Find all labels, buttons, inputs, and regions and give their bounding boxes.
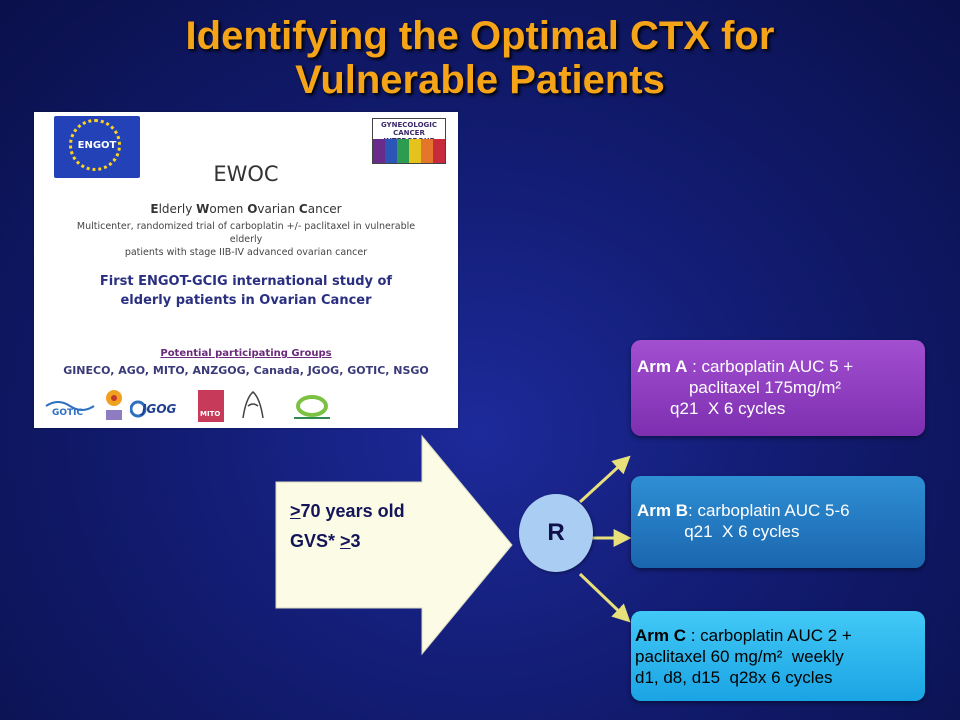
arm-a-line-1: Arm A : carboplatin AUC 5 + <box>637 356 925 377</box>
name-word-ancer: ancer <box>307 202 342 216</box>
gotic-logo: GOTIC <box>44 398 96 420</box>
description-line-2: patients with stage IIB-IV advanced ovar… <box>124 247 368 258</box>
arm-c-text-1: : carboplatin AUC 2 + <box>686 626 852 645</box>
name-initial-c: C <box>298 202 308 216</box>
jgog-logo: JGOG <box>129 398 177 420</box>
gvs-criterion: GVS* >3 <box>290 526 405 556</box>
study-headline: First ENGOT-GCIG international study of … <box>34 272 458 310</box>
name-word-omen: omen <box>209 202 248 216</box>
jgog-logo-text: JGOG <box>142 402 177 416</box>
title-line-2: Vulnerable Patients <box>295 58 665 102</box>
ewoc-study-image: ENGOT GYNECOLOGIC CANCER INTERGROUP EWOC… <box>34 112 458 428</box>
nsgo-logo <box>288 394 336 422</box>
name-word-lderly: lderly <box>158 202 197 216</box>
mito-logo: MITO <box>198 390 224 422</box>
gotic-logo-text: GOTIC <box>52 408 84 418</box>
gvs-prefix: GVS* <box>290 531 341 551</box>
group-logos: GOTIC JGOG MITO <box>42 388 452 424</box>
arm-c-box: Arm C : carboplatin AUC 2 + paclitaxel 6… <box>631 611 925 701</box>
arm-a-line-2: paclitaxel 175mg/m² <box>637 378 842 397</box>
gcig-logo-text: GYNECOLOGIC CANCER INTERGROUP <box>373 119 445 145</box>
gvs-symbol: > <box>340 531 351 551</box>
study-headline-line-1: First ENGOT-GCIG international study of <box>99 274 393 289</box>
randomization-circle: R <box>519 494 593 572</box>
connector-arm-c <box>578 572 631 623</box>
study-full-name: Elderly Women Ovarian Cancer <box>34 202 458 216</box>
arm-a-box: Arm A : carboplatin AUC 5 + paclitaxel 1… <box>631 340 925 436</box>
arm-b-line-2: q21 X 6 cycles <box>637 522 800 541</box>
age-criterion: >70 years old <box>290 496 405 526</box>
groups-list: GINECO, AGO, MITO, ANZGOG, Canada, JGOG,… <box>63 364 429 377</box>
arm-b-line-1: Arm B: carboplatin AUC 5-6 <box>637 500 925 521</box>
arm-c-line-2: paclitaxel 60 mg/m² weekly <box>635 647 844 666</box>
anzgog-logo <box>102 388 126 422</box>
arm-a-line-3: q21 X 6 cycles <box>637 399 786 418</box>
name-initial-e: E <box>150 202 159 216</box>
mito-logo-text: MITO <box>200 410 221 418</box>
canada-sketch-icon <box>242 391 264 419</box>
eligibility-criteria: >70 years old GVS* >3 <box>290 496 405 556</box>
anzgog-flower-icon <box>106 390 122 420</box>
name-word-varian: varian <box>257 202 299 216</box>
study-description: Multicenter, randomized trial of carbopl… <box>74 220 418 259</box>
description-line-1: Multicenter, randomized trial of carbopl… <box>76 221 416 245</box>
arm-c-line-1: Arm C : carboplatin AUC 2 + <box>635 625 925 646</box>
nsgo-swirl-icon <box>294 395 330 419</box>
connector-arm-a <box>578 455 631 504</box>
study-headline-line-2: elderly patients in Ovarian Cancer <box>120 293 372 308</box>
gvs-value: 3 <box>350 531 361 551</box>
groups-heading: Potential participating Groups <box>160 348 332 359</box>
canada-logo <box>238 388 268 422</box>
gcig-logo: GYNECOLOGIC CANCER INTERGROUP <box>372 118 446 164</box>
arm-c-line-3: d1, d8, d15 q28x 6 cycles <box>635 668 833 687</box>
arm-a-text-1: : carboplatin AUC 5 + <box>687 357 854 376</box>
age-symbol: > <box>290 501 301 521</box>
age-text: 70 years old <box>300 501 405 521</box>
title-line-1: Identifying the Optimal CTX for <box>185 14 775 58</box>
gcig-color-bars <box>373 139 445 163</box>
arm-c-label: Arm C <box>635 626 687 645</box>
arm-b-label: Arm B <box>637 501 689 520</box>
arm-b-box: Arm B: carboplatin AUC 5-6 q21 X 6 cycle… <box>631 476 925 568</box>
slide-title: Identifying the Optimal CTX for Vulnerab… <box>0 14 960 102</box>
name-initial-o: O <box>247 202 258 216</box>
name-initial-w: W <box>196 202 210 216</box>
arm-b-text-1: : carboplatin AUC 5-6 <box>688 501 850 520</box>
arm-a-label: Arm A <box>637 357 688 376</box>
engot-logo-text: ENGOT <box>77 140 117 151</box>
study-acronym: EWOC <box>213 162 279 186</box>
